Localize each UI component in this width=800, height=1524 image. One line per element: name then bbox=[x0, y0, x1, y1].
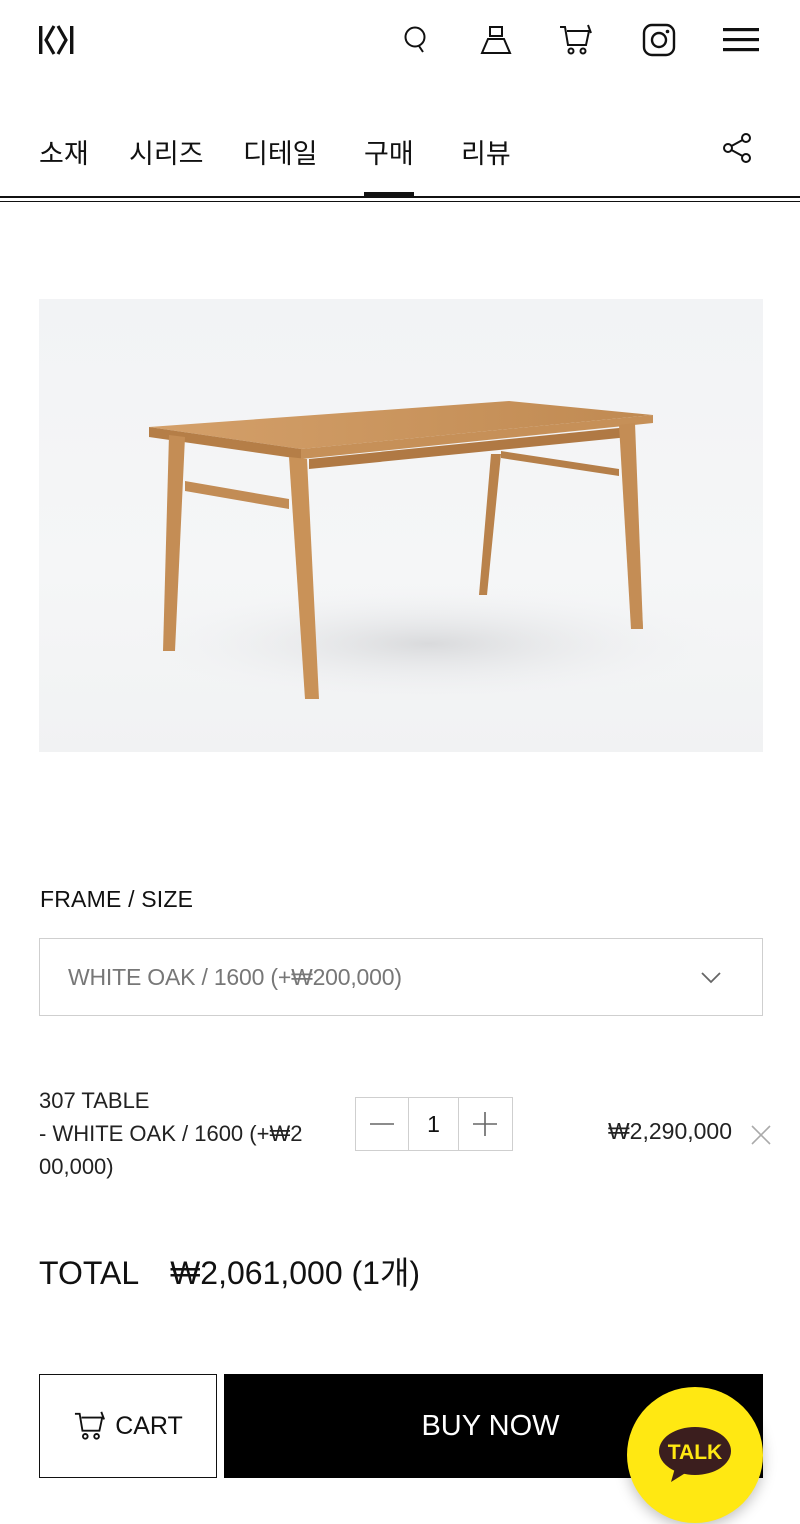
line-item-name: 307 TABLE - WHITE OAK / 1600 (+₩2 00,000… bbox=[39, 1084, 329, 1183]
line-item-price: ₩2,290,000 bbox=[607, 1118, 732, 1144]
tab-review[interactable]: 리뷰 bbox=[461, 132, 511, 196]
buy-now-label: BUY NOW bbox=[421, 1409, 560, 1442]
chevron-down-icon bbox=[701, 972, 721, 984]
item-option-line: - WHITE OAK / 1600 (+₩2 bbox=[39, 1121, 303, 1146]
menu-icon[interactable] bbox=[721, 20, 761, 60]
talk-label: TALK bbox=[668, 1441, 722, 1464]
logo-mark bbox=[39, 25, 74, 55]
product-image bbox=[39, 299, 763, 752]
item-title: 307 TABLE bbox=[39, 1088, 150, 1113]
cart-button-label: CART bbox=[115, 1411, 183, 1440]
quantity-stepper: 1 bbox=[355, 1097, 513, 1151]
increase-button[interactable] bbox=[459, 1098, 511, 1150]
item-option-line-cont: 00,000) bbox=[39, 1154, 114, 1179]
cart-icon bbox=[75, 1411, 106, 1440]
decrease-button[interactable] bbox=[356, 1098, 408, 1150]
brand-logo[interactable] bbox=[38, 24, 76, 56]
chat-bubble-icon: TALK bbox=[659, 1427, 731, 1482]
minus-icon bbox=[370, 1123, 394, 1125]
close-icon bbox=[751, 1125, 771, 1145]
cart-icon[interactable] bbox=[556, 20, 596, 60]
plus-icon bbox=[473, 1112, 497, 1136]
tab-detail[interactable]: 디테일 bbox=[243, 132, 318, 196]
tab-material[interactable]: 소재 bbox=[39, 132, 89, 196]
share-icon[interactable] bbox=[720, 130, 760, 170]
table-illustration bbox=[129, 401, 729, 704]
tab-purchase[interactable]: 구매 bbox=[364, 132, 414, 196]
quantity-value[interactable]: 1 bbox=[408, 1098, 459, 1150]
instagram-icon[interactable] bbox=[639, 20, 679, 60]
remove-item-button[interactable] bbox=[748, 1122, 774, 1148]
add-to-cart-button[interactable]: CART bbox=[39, 1374, 217, 1478]
total-value: ₩2,061,000 (1개) bbox=[170, 1255, 421, 1291]
tab-series[interactable]: 시리즈 bbox=[129, 132, 204, 196]
kakao-talk-button[interactable]: TALK bbox=[627, 1387, 763, 1523]
order-total: TOTAL ₩2,061,000 (1개) bbox=[39, 1248, 420, 1294]
selected-option: WHITE OAK / 1600 (+₩200,000) bbox=[68, 964, 402, 990]
total-label: TOTAL bbox=[39, 1255, 140, 1291]
tabs-divider-thin bbox=[0, 201, 800, 202]
section-tabs: 소재 시리즈 디테일 구매 리뷰 bbox=[0, 120, 800, 200]
frame-size-select[interactable]: WHITE OAK / 1600 (+₩200,000) bbox=[39, 938, 763, 1016]
user-icon[interactable] bbox=[476, 20, 516, 60]
tabs-divider bbox=[0, 196, 800, 198]
top-header bbox=[0, 0, 800, 80]
search-icon[interactable] bbox=[396, 20, 436, 60]
option-label: FRAME / SIZE bbox=[40, 886, 194, 912]
